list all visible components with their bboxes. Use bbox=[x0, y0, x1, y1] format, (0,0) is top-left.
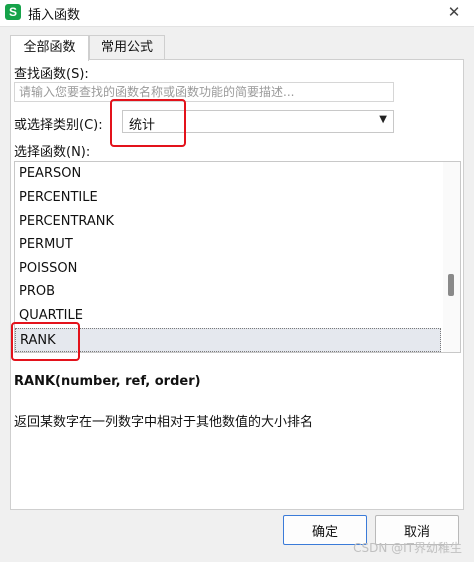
search-label: 查找函数(S): bbox=[14, 67, 89, 82]
title-bar: S 插入函数 ✕ bbox=[0, 0, 474, 27]
chevron-down-icon[interactable]: ▼ bbox=[379, 114, 387, 125]
watermark: CSDN @IT界幼稚生 bbox=[353, 541, 462, 555]
function-description: 返回某数字在一列数字中相对于其他数值的大小排名 bbox=[14, 415, 314, 430]
annotation-box-rank bbox=[11, 322, 80, 361]
search-input[interactable] bbox=[14, 82, 394, 102]
function-listbox[interactable]: PEARSON PERCENTILE PERCENTRANK PERMUT PO… bbox=[14, 161, 461, 353]
tab-common-formulas[interactable]: 常用公式 bbox=[89, 35, 165, 59]
tab-all-functions[interactable]: 全部函数 bbox=[10, 35, 89, 61]
list-item[interactable]: PERMUT bbox=[15, 233, 441, 257]
list-item[interactable]: PERCENTILE bbox=[15, 186, 441, 210]
annotation-box-category bbox=[110, 99, 186, 147]
list-scrollbar[interactable] bbox=[443, 162, 460, 352]
category-label: 或选择类别(C): bbox=[14, 118, 103, 133]
function-signature: RANK(number, ref, order) bbox=[14, 374, 201, 389]
close-icon[interactable]: ✕ bbox=[444, 2, 464, 22]
dialog-title: 插入函数 bbox=[28, 8, 81, 23]
function-list-label: 选择函数(N): bbox=[14, 145, 91, 160]
list-item[interactable]: POISSON bbox=[15, 257, 441, 281]
list-item[interactable]: PERCENTRANK bbox=[15, 210, 441, 234]
wps-app-icon: S bbox=[5, 4, 21, 20]
list-item[interactable]: PROB bbox=[15, 280, 441, 304]
list-item[interactable]: PEARSON bbox=[15, 162, 441, 186]
scrollbar-thumb[interactable] bbox=[448, 274, 454, 296]
